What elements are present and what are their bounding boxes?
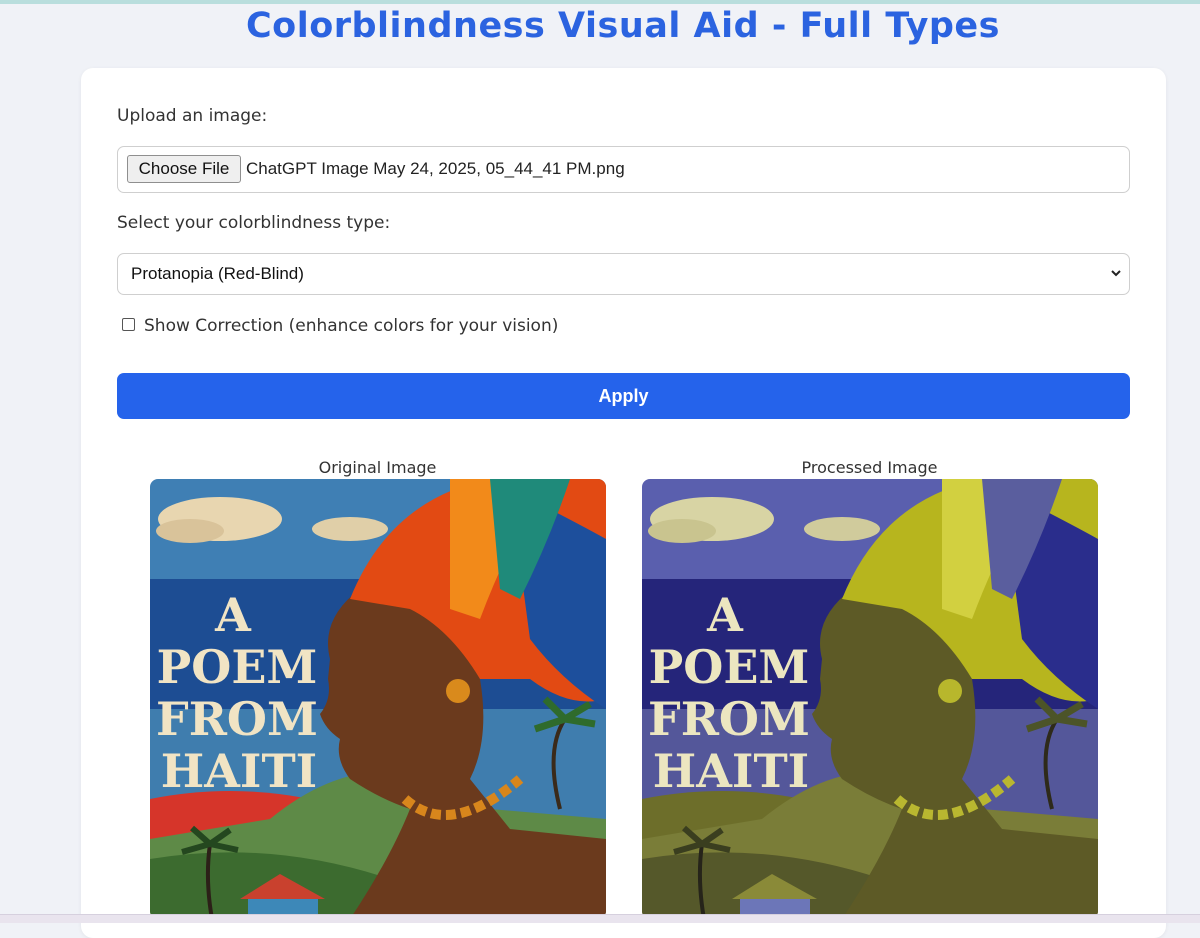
type-select-label: Select your colorblindness type: bbox=[117, 213, 391, 233]
processed-image: A POEM FROM HAITI bbox=[642, 479, 1098, 919]
processed-poster-line-4: HAITI bbox=[653, 744, 809, 798]
colorblindness-type-select[interactable]: Protanopia (Red-Blind) bbox=[117, 253, 1130, 295]
selected-type: Protanopia (Red-Blind) bbox=[131, 264, 304, 283]
choose-file-button[interactable]: Choose File bbox=[127, 155, 241, 183]
poster-line-3: FROM bbox=[156, 692, 318, 746]
processed-image-caption: Processed Image bbox=[801, 458, 938, 477]
original-image-caption: Original Image bbox=[318, 458, 437, 477]
chevron-down-icon bbox=[1111, 270, 1121, 277]
poster-line-2: POEM bbox=[157, 640, 318, 694]
processed-poster-line-1: A bbox=[706, 588, 744, 642]
page-title: Colorblindness Visual Aid - Full Types bbox=[245, 6, 1001, 46]
main-card: Upload an image: Choose File ChatGPT Ima… bbox=[81, 68, 1166, 938]
window-top-strip bbox=[0, 0, 1200, 4]
poster-line-4: HAITI bbox=[161, 744, 317, 798]
file-input[interactable]: Choose File ChatGPT Image May 24, 2025, … bbox=[117, 146, 1130, 193]
apply-button[interactable]: Apply bbox=[117, 373, 1130, 419]
processed-poster-line-3: FROM bbox=[648, 692, 810, 746]
poster-line-1: A bbox=[214, 588, 252, 642]
upload-label: Upload an image: bbox=[117, 106, 268, 126]
show-correction-checkbox[interactable] bbox=[122, 318, 135, 331]
show-correction-label[interactable]: Show Correction (enhance colors for your… bbox=[144, 316, 558, 336]
selected-file-name: ChatGPT Image May 24, 2025, 05_44_41 PM.… bbox=[246, 159, 625, 178]
processed-poster-line-2: POEM bbox=[649, 640, 810, 694]
original-image: A POEM FROM HAITI bbox=[150, 479, 606, 919]
